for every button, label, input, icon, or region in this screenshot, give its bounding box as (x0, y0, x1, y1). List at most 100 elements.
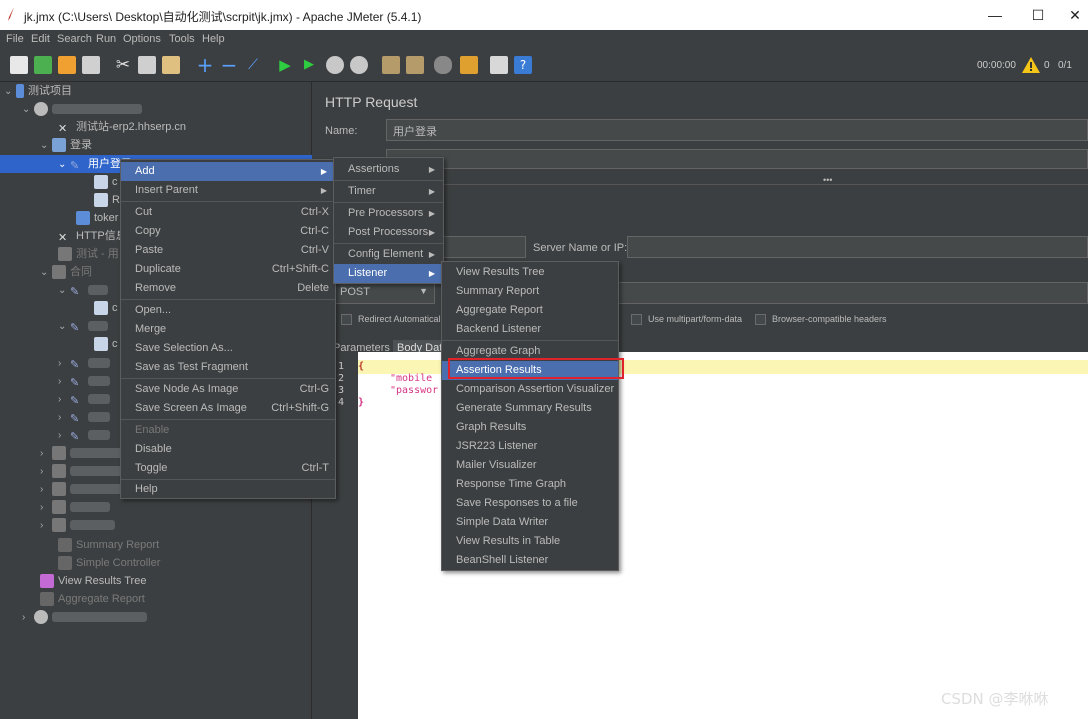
menu-item-help[interactable]: Help (121, 480, 335, 499)
server-field[interactable] (627, 236, 1088, 258)
menu-run[interactable]: Run (96, 33, 116, 45)
menu-search[interactable]: Search (57, 33, 92, 45)
paste-icon[interactable] (162, 56, 180, 74)
open-icon[interactable] (58, 56, 76, 74)
name-field[interactable]: 用户登录 (386, 119, 1088, 141)
comments-field[interactable] (386, 149, 1088, 169)
tree-node-token[interactable]: toker (76, 209, 118, 227)
menu-item-insert-parent[interactable]: Insert Parent ▶ (121, 181, 335, 200)
tree-node-sampler-g[interactable]: › ✎ (58, 426, 110, 444)
expand-icon[interactable]: + (196, 55, 214, 75)
stop-icon[interactable] (326, 56, 344, 74)
tree-node-sampler-c[interactable]: › ✎ (58, 354, 110, 372)
menu-item-remove[interactable]: Remove Delete (121, 279, 335, 298)
tree-node-contract[interactable]: ⌄ 合同 (40, 263, 92, 281)
cut-icon[interactable]: ✂ (114, 56, 132, 74)
submenu-listener[interactable]: Listener ▶ (334, 264, 443, 283)
menu-file[interactable]: File (6, 33, 24, 45)
listener-comparison-assertion[interactable]: Comparison Assertion Visualizer (442, 380, 618, 399)
tree-node-c1[interactable]: c (94, 173, 118, 191)
menu-item-save-fragment[interactable]: Save as Test Fragment (121, 358, 335, 377)
submenu-config-element[interactable]: Config Element ▶ (334, 245, 443, 264)
protocol-field[interactable] (443, 236, 526, 258)
tree-node-c2[interactable]: c (94, 299, 118, 317)
help-icon[interactable]: ? (514, 56, 532, 74)
tree-node-group-1[interactable]: › (40, 444, 125, 462)
submenu-post-processors[interactable]: Post Processors ▶ (334, 223, 443, 242)
tree-node-group-3[interactable]: › (40, 480, 125, 498)
clear-all-icon[interactable] (406, 56, 424, 74)
tree-node-summary-report[interactable]: Summary Report (58, 536, 159, 554)
listener-simple-data-writer[interactable]: Simple Data Writer (442, 513, 618, 532)
menu-item-save-node-image[interactable]: Save Node As Image Ctrl-G (121, 380, 335, 399)
start-icon[interactable]: ▶ (276, 56, 294, 74)
tree-node-thread-group[interactable]: ⌄ (22, 100, 142, 118)
tree-node-test-disabled[interactable]: 测试 - 用 (58, 245, 119, 263)
submenu-assertions[interactable]: Assertions ▶ (334, 160, 443, 179)
menu-help[interactable]: Help (202, 33, 225, 45)
tree-node-view-results-tree[interactable]: View Results Tree (40, 572, 146, 590)
method-select[interactable]: POST ▼ (333, 282, 435, 304)
listener-generate-summary[interactable]: Generate Summary Results (442, 399, 618, 418)
clear-icon[interactable] (382, 56, 400, 74)
tree-node-group-5[interactable]: › (40, 516, 115, 534)
browser-headers-checkbox[interactable]: Browser-compatible headers (755, 314, 887, 326)
tree-node-thread-group-2[interactable]: › (22, 608, 147, 626)
tree-node-group-2[interactable]: › (40, 462, 125, 480)
menu-item-open[interactable]: Open... (121, 301, 335, 320)
copy-icon[interactable] (138, 56, 156, 74)
minimize-button[interactable]: — (972, 0, 1018, 30)
menu-edit[interactable]: Edit (31, 33, 50, 45)
tree-node-simple-controller[interactable]: Simple Controller (58, 554, 160, 572)
listener-save-responses[interactable]: Save Responses to a file (442, 494, 618, 513)
toggle-icon[interactable]: ⟋ (244, 56, 262, 74)
listener-beanshell[interactable]: BeanShell Listener (442, 551, 618, 570)
warning-icon[interactable] (1022, 57, 1040, 73)
reset-search-icon[interactable] (460, 56, 478, 74)
listener-view-results-table[interactable]: View Results in Table (442, 532, 618, 551)
menu-item-paste[interactable]: Paste Ctrl-V (121, 241, 335, 260)
listener-summary-report[interactable]: Summary Report (442, 282, 618, 301)
menu-item-save-selection[interactable]: Save Selection As... (121, 339, 335, 358)
menu-item-cut[interactable]: Cut Ctrl-X (121, 203, 335, 222)
listener-backend-listener[interactable]: Backend Listener (442, 320, 618, 339)
listener-aggregate-report[interactable]: Aggregate Report (442, 301, 618, 320)
shutdown-icon[interactable] (350, 56, 368, 74)
menu-item-duplicate[interactable]: Duplicate Ctrl+Shift-C (121, 260, 335, 279)
menu-item-toggle[interactable]: Toggle Ctrl-T (121, 459, 335, 478)
multipart-checkbox[interactable]: Use multipart/form-data (631, 314, 742, 326)
tree-node-sampler-e[interactable]: › ✎ (58, 390, 110, 408)
start-no-pauses-icon[interactable]: ▶ (300, 56, 318, 74)
menu-options[interactable]: Options (123, 33, 161, 45)
tree-node-sampler-b[interactable]: ⌄ ✎ (58, 317, 108, 335)
tree-node-sampler-d[interactable]: › ✎ (58, 372, 110, 390)
tree-node-login[interactable]: ⌄ 登录 (40, 136, 92, 154)
tree-node-root[interactable]: ⌄ 测试项目 (4, 82, 72, 100)
menu-tools[interactable]: Tools (169, 33, 195, 45)
close-button[interactable]: ✕ (1052, 0, 1088, 30)
tree-node-c3[interactable]: c (94, 335, 118, 353)
submenu-pre-processors[interactable]: Pre Processors ▶ (334, 204, 443, 223)
function-helper-icon[interactable] (490, 56, 508, 74)
tree-node-aggregate-report[interactable]: Aggregate Report (40, 590, 145, 608)
listener-jsr223[interactable]: JSR223 Listener (442, 437, 618, 456)
redirect-checkbox[interactable]: Redirect Automaticall (341, 314, 443, 326)
templates-icon[interactable] (34, 56, 52, 74)
menu-item-save-screen-image[interactable]: Save Screen As Image Ctrl+Shift-G (121, 399, 335, 418)
menu-item-disable[interactable]: Disable (121, 440, 335, 459)
listener-mailer-visualizer[interactable]: Mailer Visualizer (442, 456, 618, 475)
menu-item-merge[interactable]: Merge (121, 320, 335, 339)
submenu-timer[interactable]: Timer ▶ (334, 182, 443, 201)
tree-node-group-4[interactable]: › (40, 498, 110, 516)
listener-view-results-tree[interactable]: View Results Tree (442, 263, 618, 282)
collapse-icon[interactable]: − (220, 55, 238, 75)
tree-node-sampler-f[interactable]: › ✎ (58, 408, 110, 426)
menu-item-copy[interactable]: Copy Ctrl-C (121, 222, 335, 241)
search-icon[interactable] (434, 56, 452, 74)
listener-response-time-graph[interactable]: Response Time Graph (442, 475, 618, 494)
tree-node-sampler-a[interactable]: ⌄ ✎ (58, 281, 108, 299)
listener-graph-results[interactable]: Graph Results (442, 418, 618, 437)
menu-item-add[interactable]: Add ▶ (121, 162, 335, 181)
tree-node-http-info[interactable]: ✕ HTTP信息 (58, 227, 127, 245)
tree-node-site[interactable]: ✕ 测试站-erp2.hhserp.cn (58, 118, 186, 136)
